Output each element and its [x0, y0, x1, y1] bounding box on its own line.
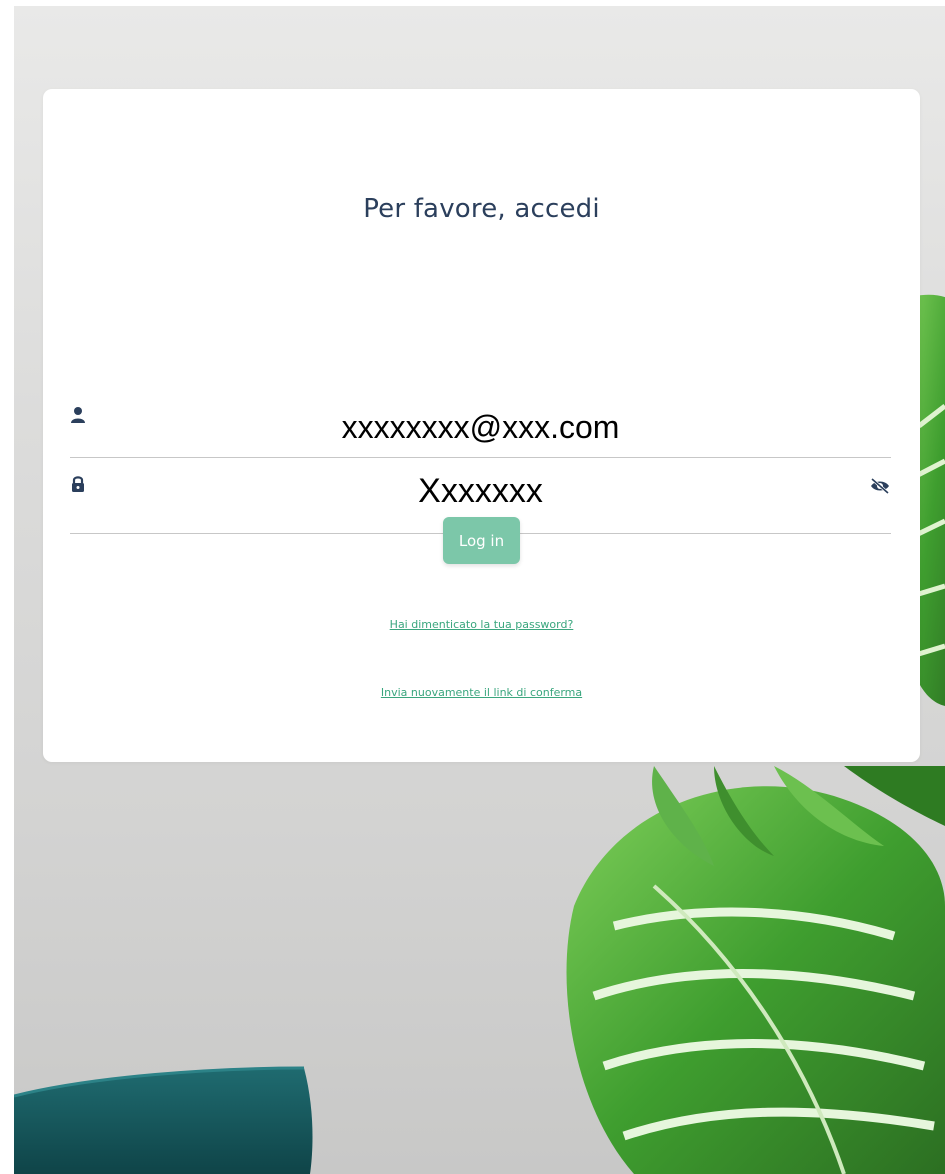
username-field[interactable]: xxxxxxxx@xxx.com	[70, 407, 891, 458]
login-button[interactable]: Log in	[443, 517, 520, 564]
login-page: Per favore, accedi xxxxxxxx@xxx.com Xxxx…	[0, 0, 945, 1174]
eye-slash-icon[interactable]	[869, 477, 891, 495]
username-value[interactable]: xxxxxxxx@xxx.com	[70, 407, 891, 447]
login-card: Per favore, accedi xxxxxxxx@xxx.com Xxxx…	[43, 89, 920, 762]
resend-confirmation-link[interactable]: Invia nuovamente il link di conferma	[43, 686, 920, 699]
page-title: Per favore, accedi	[363, 194, 600, 224]
forgot-password-link[interactable]: Hai dimenticato la tua password?	[43, 618, 920, 631]
password-value[interactable]: Xxxxxxx	[70, 469, 891, 513]
